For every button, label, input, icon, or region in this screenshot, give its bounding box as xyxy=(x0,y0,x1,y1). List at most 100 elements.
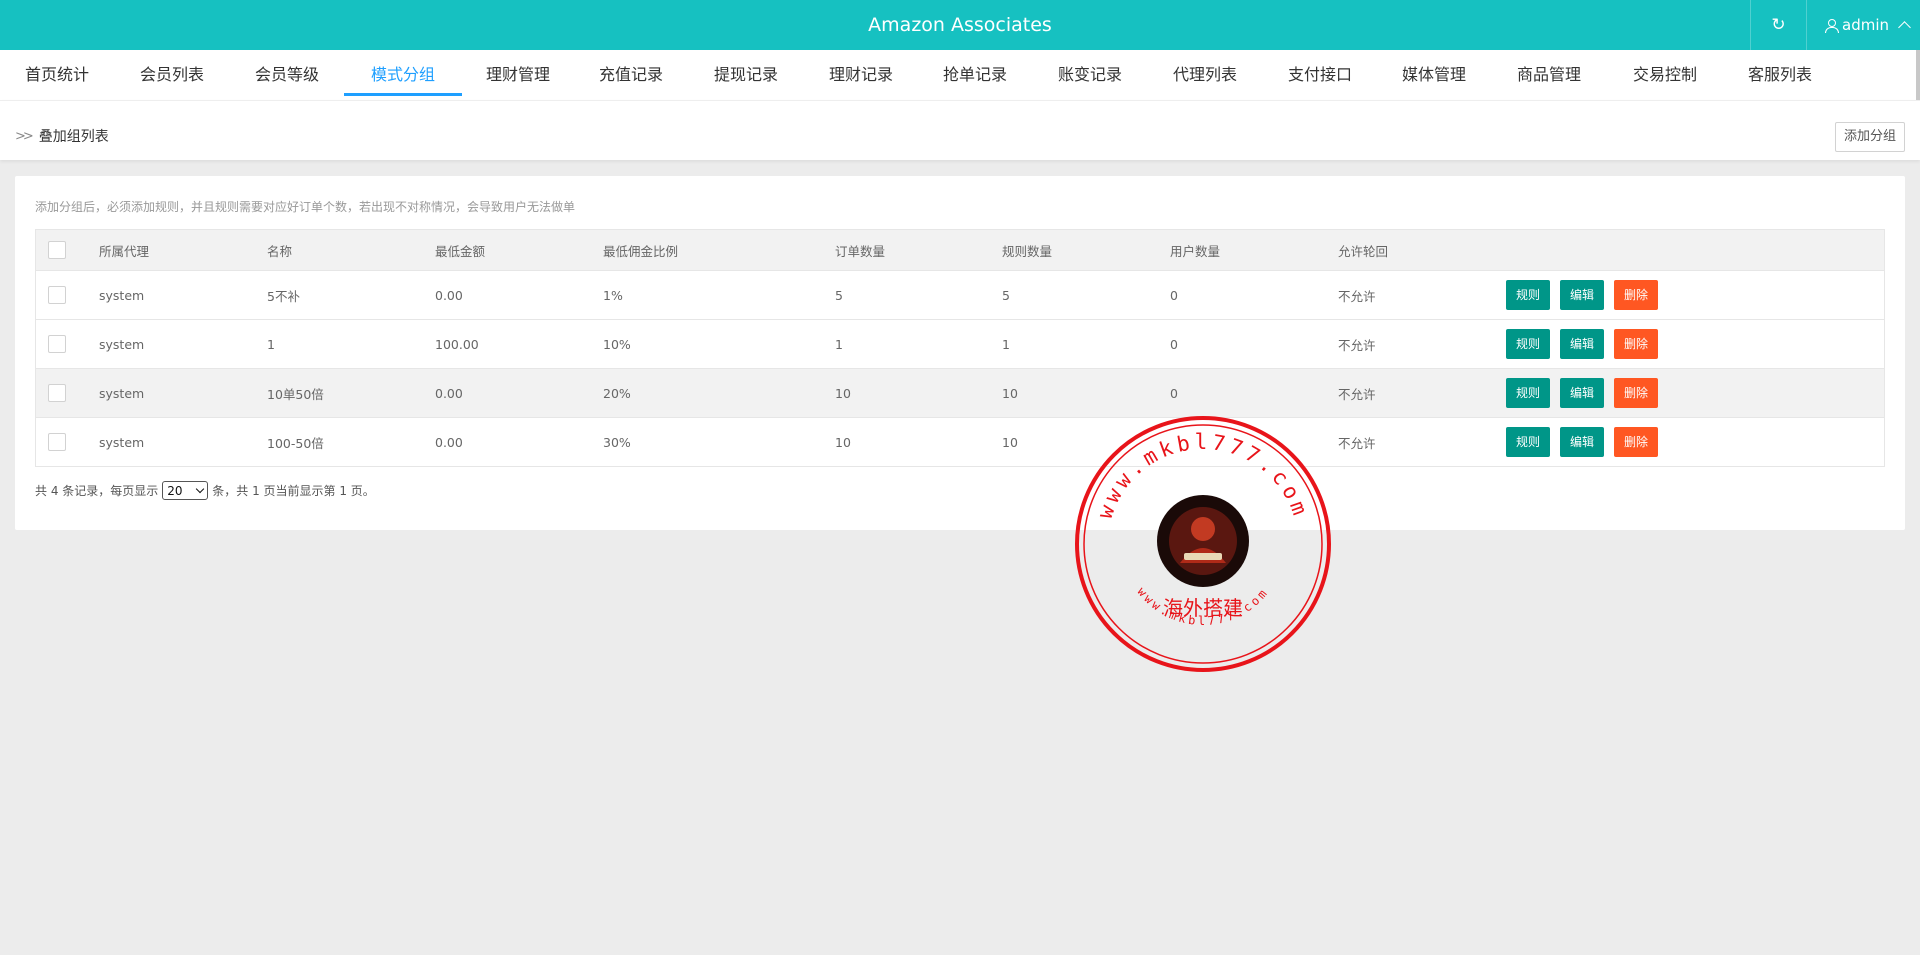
page-size-select[interactable]: 20 xyxy=(162,481,209,500)
cell-users: 0 xyxy=(1170,336,1178,352)
scrollbar[interactable] xyxy=(1916,50,1920,102)
top-bar: Amazon Associates ↻ admin xyxy=(0,0,1920,50)
cell-orders: 10 xyxy=(835,385,851,401)
column-header-4: 最低佣金比例 xyxy=(603,243,679,259)
cell-min-ratio: 20% xyxy=(603,385,631,401)
rule-button[interactable]: 规则 xyxy=(1506,378,1550,408)
column-header-3: 最低金额 xyxy=(435,243,486,259)
group-table: 所属代理 名称 最低金额 最低佣金比例 订单数量 规则数量 用户数量 允许轮回 system 5… xyxy=(35,229,1885,467)
column-header-2: 名称 xyxy=(267,243,293,259)
chevron-up-icon xyxy=(1898,20,1911,34)
cell-min-amount: 0.00 xyxy=(435,434,463,450)
row-checkbox[interactable] xyxy=(48,335,66,353)
table-row: system 100-50倍 0.00 30% 10 10 不允许 规则 编辑 删除 xyxy=(36,417,1884,466)
pagination: 共 4 条记录，每页显示 20 条，共 1 页当前显示第 1 页。 xyxy=(35,481,375,500)
table-row: system 5不补 0.00 1% 5 5 0 不允许 规则 编辑 删除 xyxy=(36,270,1884,319)
refresh-button[interactable]: ↻ xyxy=(1750,0,1806,50)
watermark-stamp: www.mkbl777.com www.mkbl777.com 海外搭建 xyxy=(1075,416,1331,672)
rule-button[interactable]: 规则 xyxy=(1506,329,1550,359)
row-select-cell xyxy=(48,418,66,466)
edit-button[interactable]: 编辑 xyxy=(1560,329,1604,359)
breadcrumb-label: 叠加组列表 xyxy=(38,129,109,145)
nav-tab-16[interactable]: 客服列表 xyxy=(1722,50,1838,96)
cell-min-amount: 0.00 xyxy=(435,385,463,401)
user-name: admin xyxy=(1842,16,1889,34)
hint-text: 添加分组后，必须添加规则，并且规则需要对应好订单个数，若出现不对称情况，会导致用… xyxy=(35,200,576,214)
cell-agent: system xyxy=(99,287,145,303)
nav-tab-15[interactable]: 交易控制 xyxy=(1608,50,1722,96)
edit-button[interactable]: 编辑 xyxy=(1560,427,1604,457)
row-select-cell xyxy=(48,271,66,319)
pager-prefix: 共 4 条记录，每页显示 xyxy=(35,484,159,498)
column-header-5: 订单数量 xyxy=(835,243,886,259)
nav-tab-3[interactable]: 会员等级 xyxy=(230,50,344,96)
user-icon xyxy=(1825,18,1839,33)
nav-tab-9[interactable]: 抢单记录 xyxy=(918,50,1032,96)
nav-tab-11[interactable]: 代理列表 xyxy=(1148,50,1262,96)
stamp-emblem xyxy=(1157,495,1249,587)
nav-tab-10[interactable]: 账变记录 xyxy=(1032,50,1148,96)
nav-tab-2[interactable]: 会员列表 xyxy=(114,50,230,96)
nav-tab-8[interactable]: 理财记录 xyxy=(804,50,918,96)
add-group-button[interactable]: 添加分组 xyxy=(1835,122,1905,152)
row-checkbox[interactable] xyxy=(48,286,66,304)
chevron-down-icon xyxy=(196,484,205,494)
cell-users: 0 xyxy=(1170,287,1178,303)
rule-button[interactable]: 规则 xyxy=(1506,427,1550,457)
edit-button[interactable]: 编辑 xyxy=(1560,280,1604,310)
row-actions: 规则 编辑 删除 xyxy=(1506,418,1668,466)
cell-min-amount: 100.00 xyxy=(435,336,479,352)
rule-button[interactable]: 规则 xyxy=(1506,280,1550,310)
cell-agent: system xyxy=(99,385,145,401)
nav-tab-12[interactable]: 支付接口 xyxy=(1262,50,1378,96)
cell-cycle: 不允许 xyxy=(1338,337,1376,353)
cell-name: 5不补 xyxy=(267,288,300,304)
double-chevron-right-icon: >> xyxy=(15,128,34,144)
edit-button[interactable]: 编辑 xyxy=(1560,378,1604,408)
row-actions: 规则 编辑 删除 xyxy=(1506,369,1668,417)
nav-tab-5[interactable]: 理财管理 xyxy=(462,50,574,96)
nav-tab-6[interactable]: 充值记录 xyxy=(574,50,688,96)
cell-rules: 10 xyxy=(1002,434,1018,450)
row-actions: 规则 编辑 删除 xyxy=(1506,320,1668,368)
cell-min-ratio: 30% xyxy=(603,434,631,450)
table-row: system 1 100.00 10% 1 1 0 不允许 规则 编辑 删除 xyxy=(36,319,1884,368)
row-checkbox[interactable] xyxy=(48,433,66,451)
page-size-value: 20 xyxy=(167,483,183,498)
content-card: 添加分组后，必须添加规则，并且规则需要对应好订单个数，若出现不对称情况，会导致用… xyxy=(15,176,1905,530)
row-select-cell xyxy=(48,320,66,368)
nav-tab-7[interactable]: 提现记录 xyxy=(688,50,804,96)
nav-tab-13[interactable]: 媒体管理 xyxy=(1378,50,1490,96)
user-menu[interactable]: admin xyxy=(1806,0,1920,50)
refresh-icon: ↻ xyxy=(1771,15,1786,35)
cell-name: 1 xyxy=(267,336,275,352)
nav-tab-4[interactable]: 模式分组 xyxy=(344,50,462,96)
column-header-7: 用户数量 xyxy=(1170,243,1221,259)
breadcrumb: >> 叠加组列表 xyxy=(15,126,109,146)
table-header: 所属代理 名称 最低金额 最低佣金比例 订单数量 规则数量 用户数量 允许轮回 xyxy=(36,230,1884,270)
cell-rules: 5 xyxy=(1002,287,1010,303)
delete-button[interactable]: 删除 xyxy=(1614,378,1658,408)
column-header-1: 所属代理 xyxy=(99,243,150,259)
pager-suffix: 条，共 1 页当前显示第 1 页。 xyxy=(212,484,375,498)
cell-cycle: 不允许 xyxy=(1338,386,1376,402)
cell-name: 100-50倍 xyxy=(267,435,324,451)
nav-tab-1[interactable]: 首页统计 xyxy=(0,50,114,96)
stamp-center-text: 海外搭建 xyxy=(1163,596,1243,620)
delete-button[interactable]: 删除 xyxy=(1614,280,1658,310)
main-nav: 首页统计 会员列表 会员等级 模式分组 理财管理 充值记录 提现记录 理财记录 抢单记录 账变记录… xyxy=(0,50,1920,100)
delete-button[interactable]: 删除 xyxy=(1614,427,1658,457)
app-title: Amazon Associates xyxy=(868,14,1052,36)
delete-button[interactable]: 删除 xyxy=(1614,329,1658,359)
cell-users: 0 xyxy=(1170,385,1178,401)
cell-min-amount: 0.00 xyxy=(435,287,463,303)
top-bar-actions: ↻ admin xyxy=(1750,0,1920,50)
table-row: system 10单50倍 0.00 20% 10 10 0 不允许 规则 编辑 删除 xyxy=(36,368,1884,417)
cell-orders: 10 xyxy=(835,434,851,450)
cell-orders: 5 xyxy=(835,287,843,303)
cell-agent: system xyxy=(99,336,145,352)
row-select-cell xyxy=(48,369,66,417)
select-all-checkbox[interactable] xyxy=(48,241,66,259)
nav-tab-14[interactable]: 商品管理 xyxy=(1490,50,1608,96)
row-checkbox[interactable] xyxy=(48,384,66,402)
